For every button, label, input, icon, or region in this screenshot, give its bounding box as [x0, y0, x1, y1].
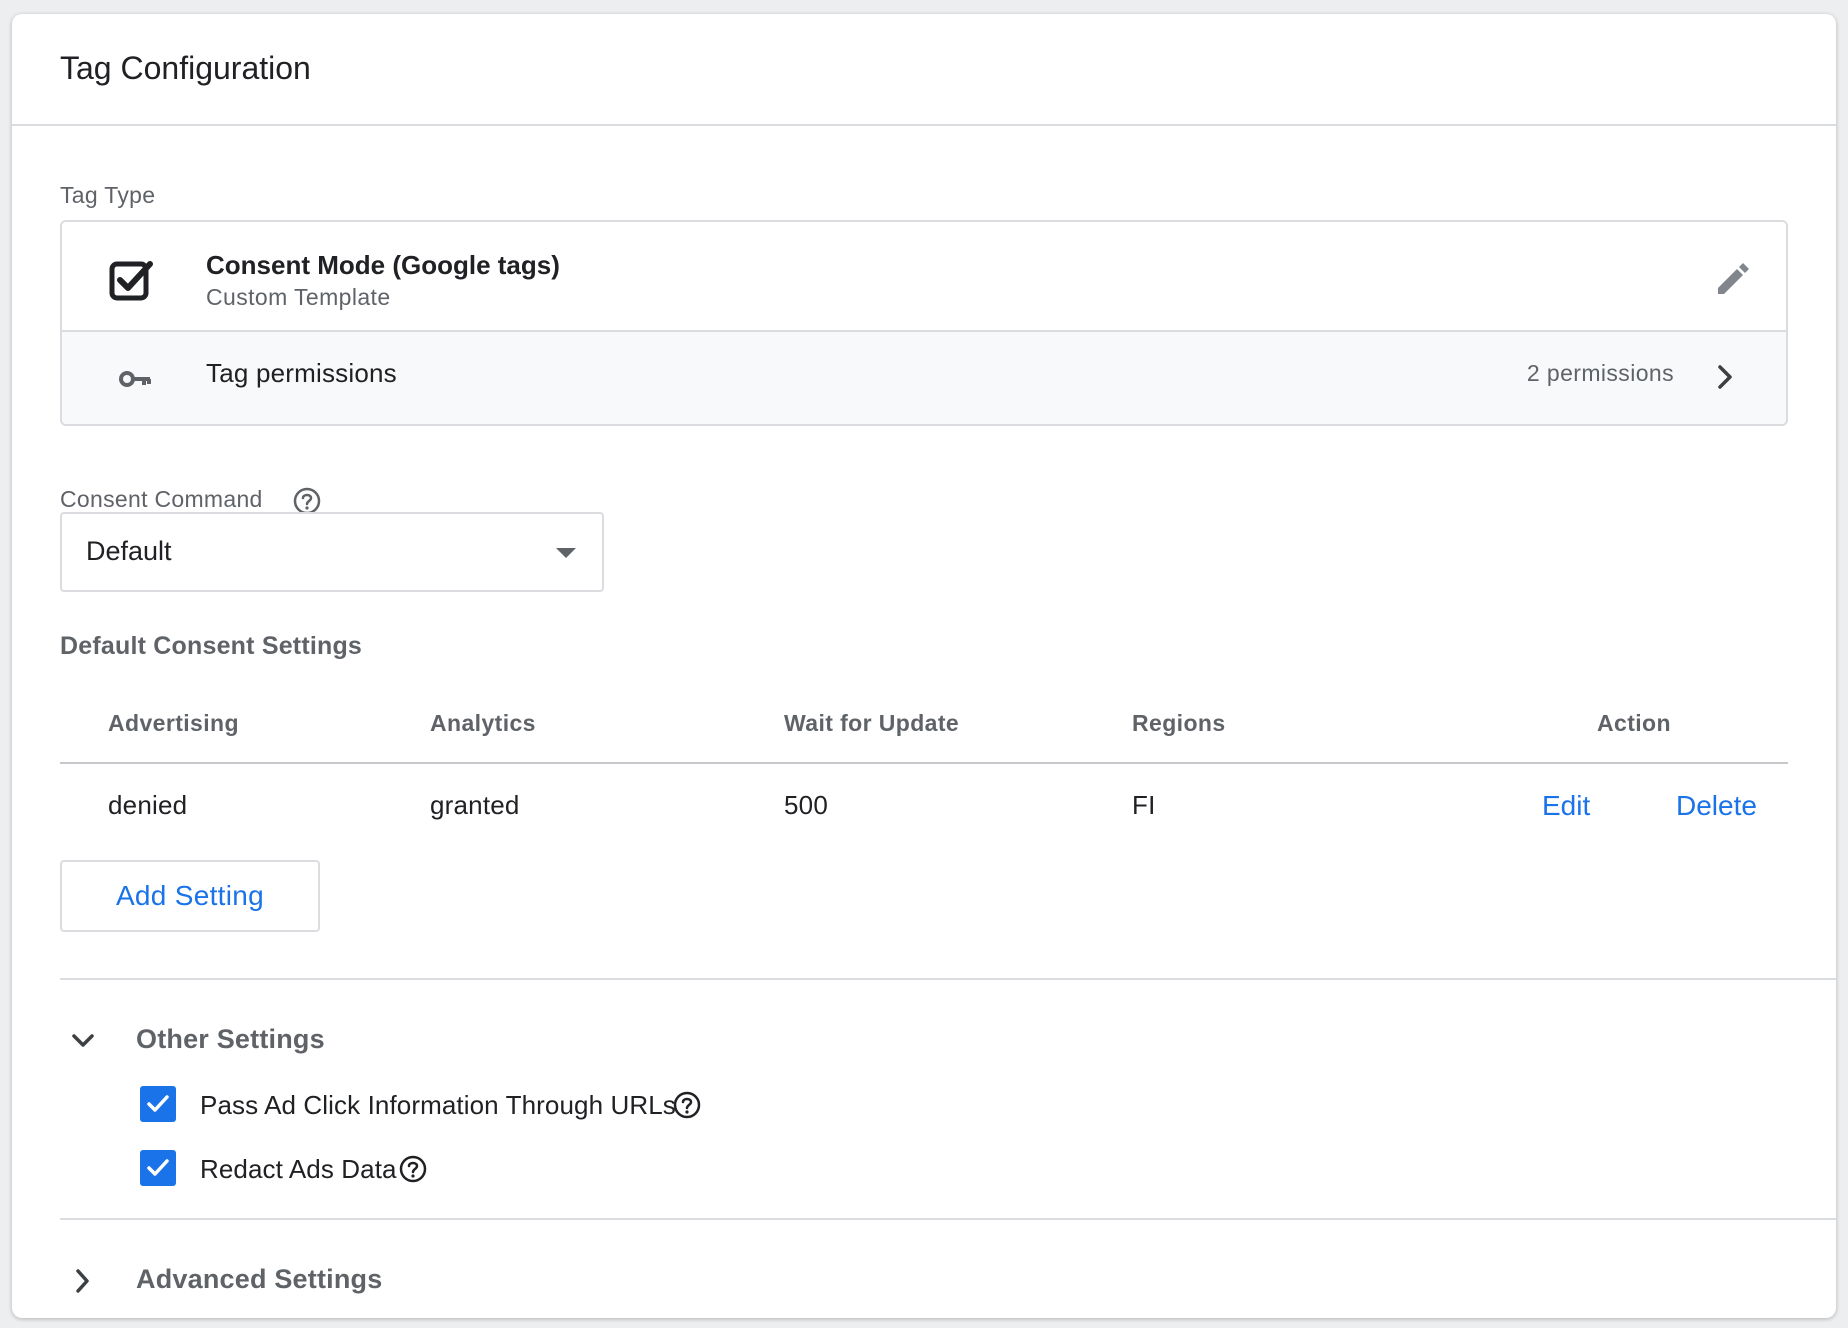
dropdown-arrow-icon	[556, 548, 576, 558]
cell-advertising: denied	[108, 790, 188, 820]
consent-command-value: Default	[86, 536, 172, 566]
tag-type-box: Consent Mode (Google tags) Custom Templa…	[60, 220, 1788, 426]
key-icon	[119, 371, 151, 387]
cell-wait-for-update: 500	[784, 790, 828, 820]
other-settings-label: Other Settings	[136, 1024, 325, 1054]
help-icon[interactable]	[398, 1154, 428, 1184]
chevron-right-icon	[76, 1269, 89, 1293]
checkmark-icon	[147, 1095, 169, 1112]
table-row: denied granted 500 FI Edit Delete	[60, 764, 1788, 850]
help-icon[interactable]	[672, 1090, 702, 1120]
tag-configuration-card: Tag Configuration Tag Type Consent Mode …	[12, 14, 1836, 1318]
tag-type-label: Tag Type	[60, 182, 156, 208]
consent-table-header: Advertising Analytics Wait for Update Re…	[60, 684, 1788, 764]
tag-permissions-label: Tag permissions	[206, 358, 397, 388]
redact-ads-data-label: Redact Ads Data	[200, 1154, 397, 1184]
pass-ad-click-checkbox[interactable]	[140, 1086, 176, 1122]
tag-type-subtitle: Custom Template	[206, 284, 391, 310]
section-divider	[60, 1218, 1836, 1220]
option-redact-ads-data: Redact Ads Data	[140, 1144, 840, 1194]
pencil-icon[interactable]	[1712, 258, 1752, 298]
option-pass-ad-click: Pass Ad Click Information Through URLs	[140, 1080, 840, 1130]
default-consent-heading: Default Consent Settings	[60, 632, 363, 660]
add-setting-button[interactable]: Add Setting	[60, 860, 320, 932]
tag-permissions-row[interactable]: Tag permissions 2 permissions	[62, 332, 1786, 424]
column-header-analytics: Analytics	[430, 710, 536, 736]
edit-link[interactable]: Edit	[1542, 790, 1590, 822]
card-header: Tag Configuration	[12, 14, 1836, 126]
tag-permissions-count: 2 permissions	[1526, 360, 1674, 386]
consent-command-label: Consent Command	[60, 486, 263, 512]
checkmark-icon	[147, 1159, 169, 1176]
column-header-action: Action	[1597, 710, 1671, 736]
redact-ads-data-checkbox[interactable]	[140, 1150, 176, 1186]
advanced-settings-toggle[interactable]: Advanced Settings	[60, 1254, 660, 1310]
column-header-regions: Regions	[1132, 710, 1226, 736]
section-divider	[60, 978, 1836, 980]
chevron-down-icon	[72, 1034, 94, 1047]
column-header-wait-for-update: Wait for Update	[784, 710, 960, 736]
checkbox-checked-icon	[109, 261, 153, 301]
card-title: Tag Configuration	[60, 50, 311, 86]
tag-type-name: Consent Mode (Google tags)	[206, 250, 560, 280]
tag-type-summary: Consent Mode (Google tags) Custom Templa…	[62, 222, 1786, 332]
other-settings-toggle[interactable]: Other Settings	[60, 1014, 660, 1070]
cell-analytics: granted	[430, 790, 520, 820]
cell-regions: FI	[1132, 790, 1156, 820]
pass-ad-click-label: Pass Ad Click Information Through URLs	[200, 1090, 676, 1120]
chevron-right-icon	[1718, 365, 1732, 389]
consent-command-select[interactable]: Default	[60, 512, 604, 592]
delete-link[interactable]: Delete	[1676, 790, 1757, 822]
advanced-settings-label: Advanced Settings	[136, 1264, 383, 1294]
column-header-advertising: Advertising	[108, 710, 239, 736]
